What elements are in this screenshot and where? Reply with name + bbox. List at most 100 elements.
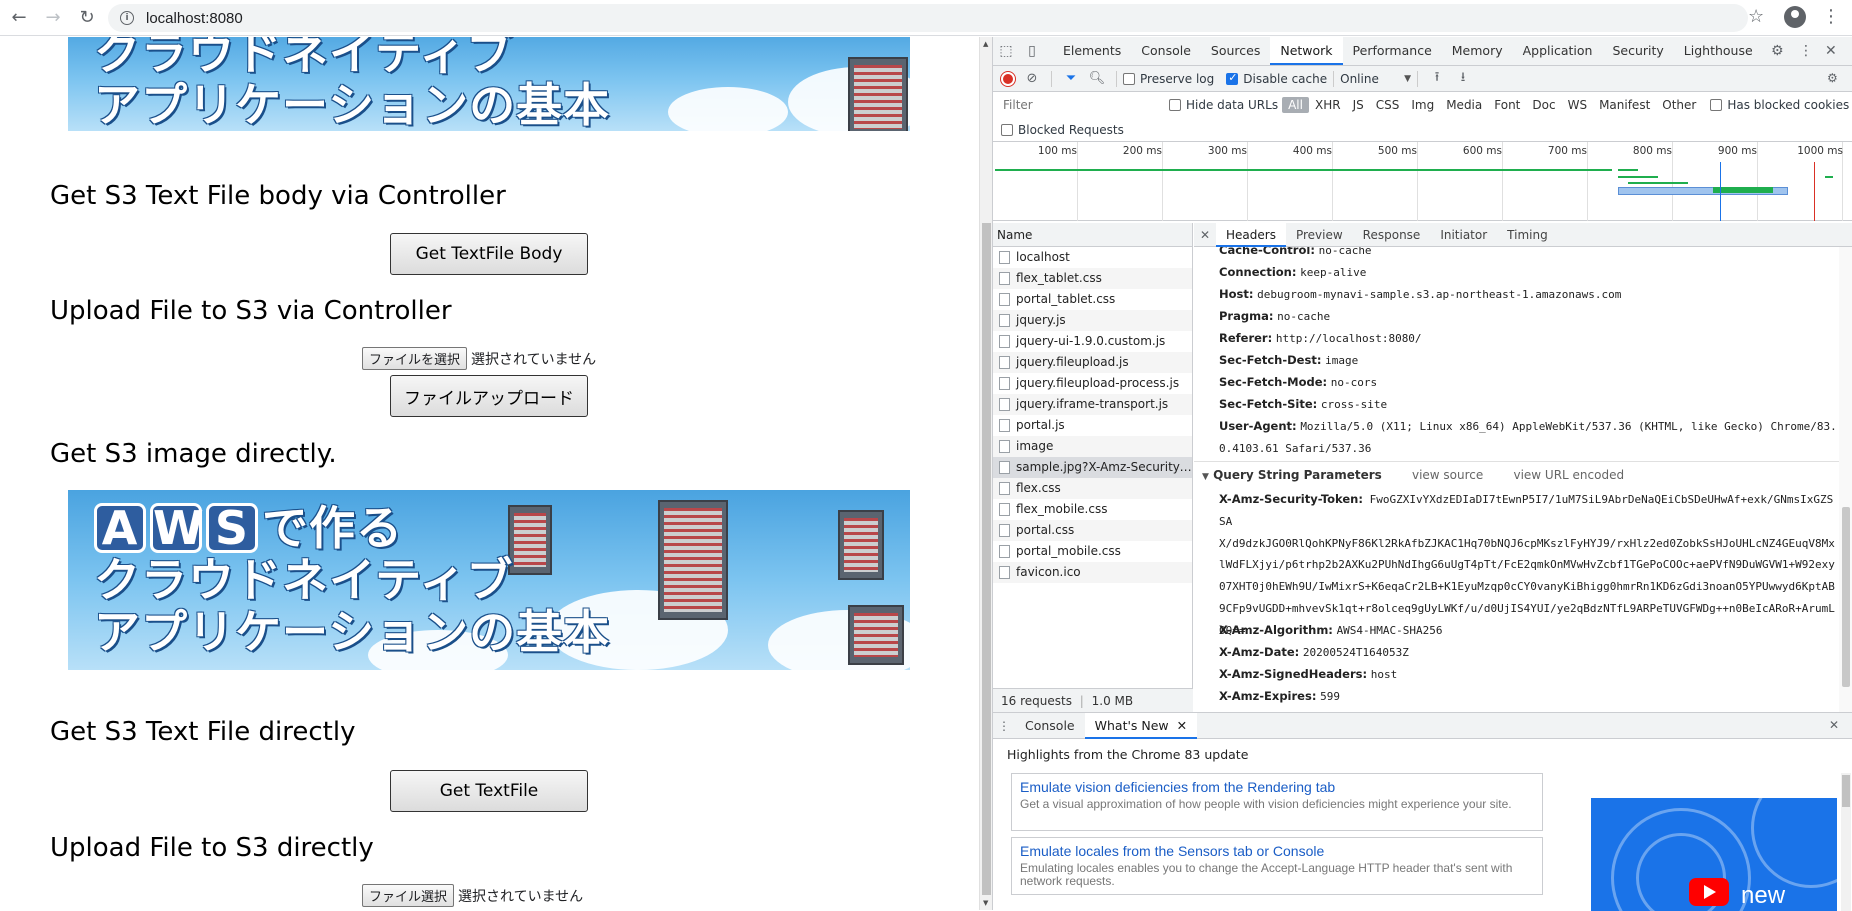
tab-headers[interactable]: Headers — [1216, 222, 1286, 247]
page-scrollbar[interactable]: ▲ ▼ — [979, 37, 992, 910]
close-tab-icon[interactable]: ✕ — [1177, 718, 1187, 733]
throttle-select[interactable]: Online — [1340, 72, 1404, 86]
close-details-icon[interactable]: ✕ — [1194, 228, 1216, 242]
card-title-link[interactable]: Emulate vision deficiencies from the Ren… — [1020, 779, 1534, 795]
request-row[interactable]: jquery.js — [993, 310, 1192, 331]
drawer-tab-whats-new[interactable]: What's New ✕ — [1084, 712, 1198, 739]
hide-data-urls-checkbox[interactable] — [1169, 99, 1181, 111]
play-icon[interactable] — [1689, 878, 1729, 906]
card-title-link[interactable]: Emulate locales from the Sensors tab or … — [1020, 843, 1534, 859]
preserve-log-checkbox[interactable] — [1123, 72, 1135, 85]
view-url-encoded-link[interactable]: view URL encoded — [1513, 468, 1624, 482]
network-settings-icon[interactable]: ⚙ — [1827, 71, 1838, 85]
kebab-menu-icon[interactable]: ⋮ — [1822, 6, 1840, 27]
request-row[interactable]: flex_mobile.css — [993, 499, 1192, 520]
tab-network[interactable]: Network — [1270, 37, 1343, 65]
drawer-scrollbar[interactable] — [1841, 773, 1851, 911]
drawer-tab-console[interactable]: Console — [1015, 713, 1085, 739]
request-row[interactable]: portal_mobile.css — [993, 541, 1192, 562]
request-row[interactable]: localhost — [993, 247, 1192, 268]
request-row[interactable]: portal.js — [993, 415, 1192, 436]
close-drawer-icon[interactable]: ✕ — [1829, 718, 1839, 732]
search-icon[interactable]: 🔍︎ — [1084, 71, 1110, 86]
tab-sources[interactable]: Sources — [1201, 37, 1270, 65]
info-icon[interactable]: i — [120, 11, 134, 25]
filter-type-doc[interactable]: Doc — [1526, 97, 1561, 113]
inspect-element-icon[interactable]: ⬚ — [993, 37, 1019, 65]
get-textfile-body-button[interactable]: Get TextFile Body — [390, 233, 588, 275]
whats-new-card[interactable]: Emulate vision deficiencies from the Ren… — [1011, 773, 1543, 831]
filter-input[interactable] — [999, 95, 1169, 115]
record-icon[interactable] — [1001, 71, 1015, 86]
details-scrollbar-thumb[interactable] — [1842, 507, 1850, 687]
back-icon[interactable]: ← — [4, 3, 34, 33]
filter-type-font[interactable]: Font — [1488, 97, 1526, 113]
request-row[interactable]: portal.css — [993, 520, 1192, 541]
import-har-icon[interactable]: ⭱ — [1424, 68, 1450, 90]
disable-cache-checkbox[interactable] — [1226, 71, 1239, 85]
chevron-down-icon[interactable]: ▼ — [1404, 74, 1411, 84]
devtools-menu-icon[interactable]: ⋮ — [1799, 43, 1813, 59]
settings-gear-icon[interactable]: ⚙ — [1771, 43, 1784, 59]
tab-console[interactable]: Console — [1131, 37, 1201, 65]
request-row[interactable]: flex_tablet.css — [993, 268, 1192, 289]
request-row[interactable]: jquery.iframe-transport.js — [993, 394, 1192, 415]
name-column-header[interactable]: Name — [993, 223, 1192, 247]
filter-type-xhr[interactable]: XHR — [1309, 97, 1347, 113]
get-textfile-button[interactable]: Get TextFile — [390, 770, 588, 812]
blocked-requests-checkbox[interactable] — [1001, 123, 1013, 136]
filter-type-css[interactable]: CSS — [1370, 97, 1406, 113]
filter-type-media[interactable]: Media — [1440, 97, 1488, 113]
tab-application[interactable]: Application — [1513, 37, 1603, 65]
details-scrollbar[interactable] — [1839, 247, 1852, 712]
request-row[interactable]: image — [993, 436, 1192, 457]
tab-preview[interactable]: Preview — [1286, 223, 1353, 247]
close-devtools-icon[interactable]: ✕ — [1825, 43, 1837, 59]
device-toolbar-icon[interactable]: ▯ — [1019, 37, 1045, 65]
file-input-direct[interactable]: ファイル選択 選択されていません — [362, 884, 583, 907]
request-row[interactable]: portal_tablet.css — [993, 289, 1192, 310]
star-icon[interactable]: ☆ — [1748, 6, 1764, 27]
query-string-section[interactable]: ▼ Query String Parameters view source vi… — [1202, 468, 1624, 482]
tab-memory[interactable]: Memory — [1442, 37, 1513, 65]
has-blocked-cookies-checkbox[interactable] — [1710, 99, 1723, 111]
export-har-icon[interactable]: ⭳ — [1450, 68, 1476, 90]
tab-performance[interactable]: Performance — [1343, 37, 1442, 65]
filter-type-other[interactable]: Other — [1656, 97, 1702, 113]
file-input-controller[interactable]: ファイルを選択 選択されていません — [362, 347, 596, 370]
request-row[interactable]: jquery-ui-1.9.0.custom.js — [993, 331, 1192, 352]
tab-initiator[interactable]: Initiator — [1430, 223, 1497, 247]
network-overview-timeline[interactable]: 100 ms 200 ms 300 ms 400 ms 500 ms 600 m… — [993, 142, 1852, 221]
request-row[interactable]: sample.jpg?X-Amz-Security-… — [993, 457, 1192, 478]
drawer-scrollbar-thumb[interactable] — [1842, 775, 1850, 807]
reload-icon[interactable]: ↻ — [72, 3, 102, 33]
filter-type-img[interactable]: Img — [1405, 97, 1440, 113]
profile-icon[interactable] — [1784, 6, 1806, 28]
whats-new-card[interactable]: Emulate locales from the Sensors tab or … — [1011, 837, 1543, 895]
clear-icon[interactable]: ⊘ — [1019, 71, 1045, 86]
choose-file-button[interactable]: ファイルを選択 — [362, 347, 468, 370]
filter-type-all[interactable]: All — [1282, 97, 1309, 113]
tab-lighthouse[interactable]: Lighthouse — [1674, 37, 1763, 65]
request-row[interactable]: jquery.fileupload-process.js — [993, 373, 1192, 394]
request-row[interactable]: jquery.fileupload.js — [993, 352, 1192, 373]
tab-response[interactable]: Response — [1353, 223, 1431, 247]
scrollbar-thumb[interactable] — [982, 223, 991, 895]
filter-icon[interactable]: ⏷ — [1058, 71, 1084, 86]
request-row[interactable]: favicon.ico — [993, 562, 1192, 583]
filter-type-ws[interactable]: WS — [1562, 97, 1593, 113]
scroll-down-icon[interactable]: ▼ — [983, 899, 988, 907]
whats-new-video-thumbnail[interactable]: new — [1591, 798, 1837, 911]
filter-type-js[interactable]: JS — [1347, 97, 1370, 113]
address-bar[interactable]: i localhost:8080 — [108, 4, 1748, 32]
request-row[interactable]: flex.css — [993, 478, 1192, 499]
tab-elements[interactable]: Elements — [1053, 37, 1131, 65]
scroll-up-icon[interactable]: ▲ — [983, 40, 988, 48]
tab-security[interactable]: Security — [1602, 37, 1673, 65]
filter-type-manifest[interactable]: Manifest — [1593, 97, 1656, 113]
triangle-down-icon[interactable]: ▼ — [1202, 472, 1209, 482]
view-source-link[interactable]: view source — [1412, 468, 1483, 482]
forward-icon[interactable]: → — [38, 3, 68, 33]
tab-timing[interactable]: Timing — [1497, 223, 1558, 247]
drawer-menu-icon[interactable]: ⋮ — [993, 719, 1015, 733]
